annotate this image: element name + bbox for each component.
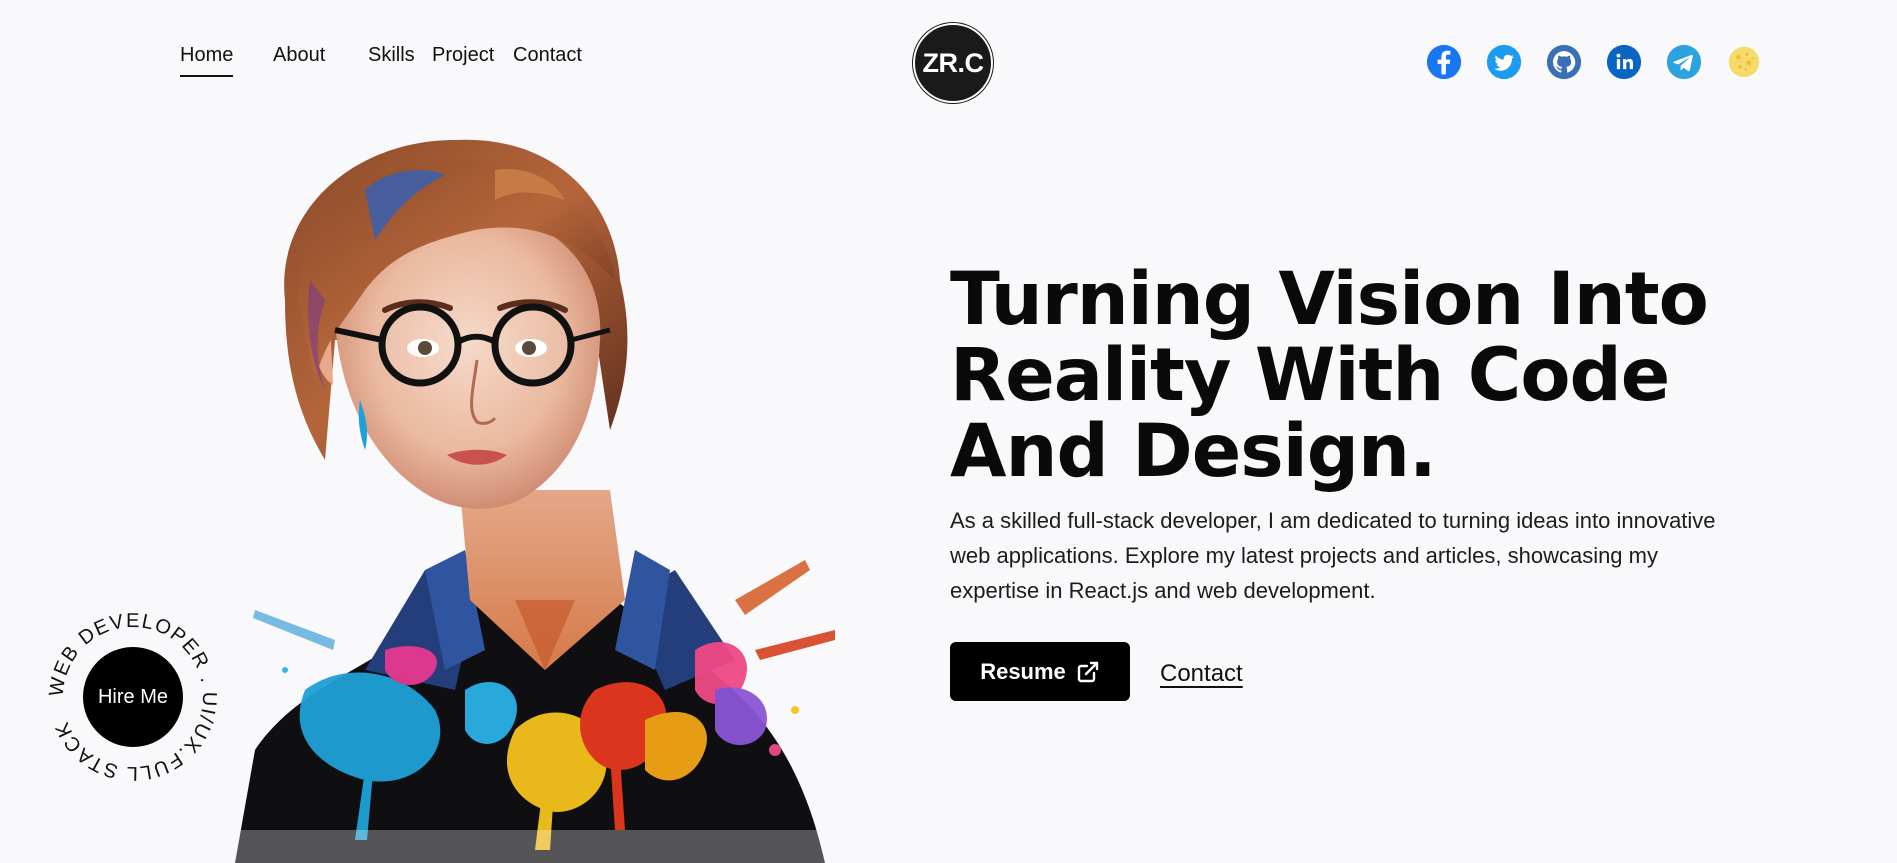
facebook-icon[interactable] xyxy=(1425,43,1463,81)
nav-home[interactable]: Home xyxy=(180,44,234,77)
social-links xyxy=(1425,43,1785,81)
hire-me-button[interactable]: Hire Me xyxy=(83,647,183,747)
nav-about[interactable]: About xyxy=(273,44,325,67)
nav-skills[interactable]: Skills xyxy=(368,44,415,67)
resume-label: Resume xyxy=(980,658,1066,684)
telegram-icon[interactable] xyxy=(1665,43,1703,81)
resume-button[interactable]: Resume xyxy=(950,642,1130,701)
github-icon[interactable] xyxy=(1545,43,1583,81)
hire-me-badge: WEB DEVELOPER . UI/UX.FULL STACK Hire Me xyxy=(42,606,224,788)
nav-contact[interactable]: Contact xyxy=(513,44,582,67)
site-logo[interactable]: ZR.C xyxy=(913,23,993,103)
linkedin-icon[interactable] xyxy=(1605,43,1643,81)
theme-toggle-icon[interactable] xyxy=(1725,43,1763,81)
contact-link[interactable]: Contact xyxy=(1160,660,1243,688)
hero-description: As a skilled full-stack developer, I am … xyxy=(950,508,1716,603)
twitter-icon[interactable] xyxy=(1485,43,1523,81)
hero-title: Turning Vision Into Reality With Code An… xyxy=(950,257,1709,494)
nav-project[interactable]: Project xyxy=(432,44,494,67)
developer-portrait-illustration xyxy=(215,139,855,863)
external-link-icon xyxy=(1077,661,1098,682)
